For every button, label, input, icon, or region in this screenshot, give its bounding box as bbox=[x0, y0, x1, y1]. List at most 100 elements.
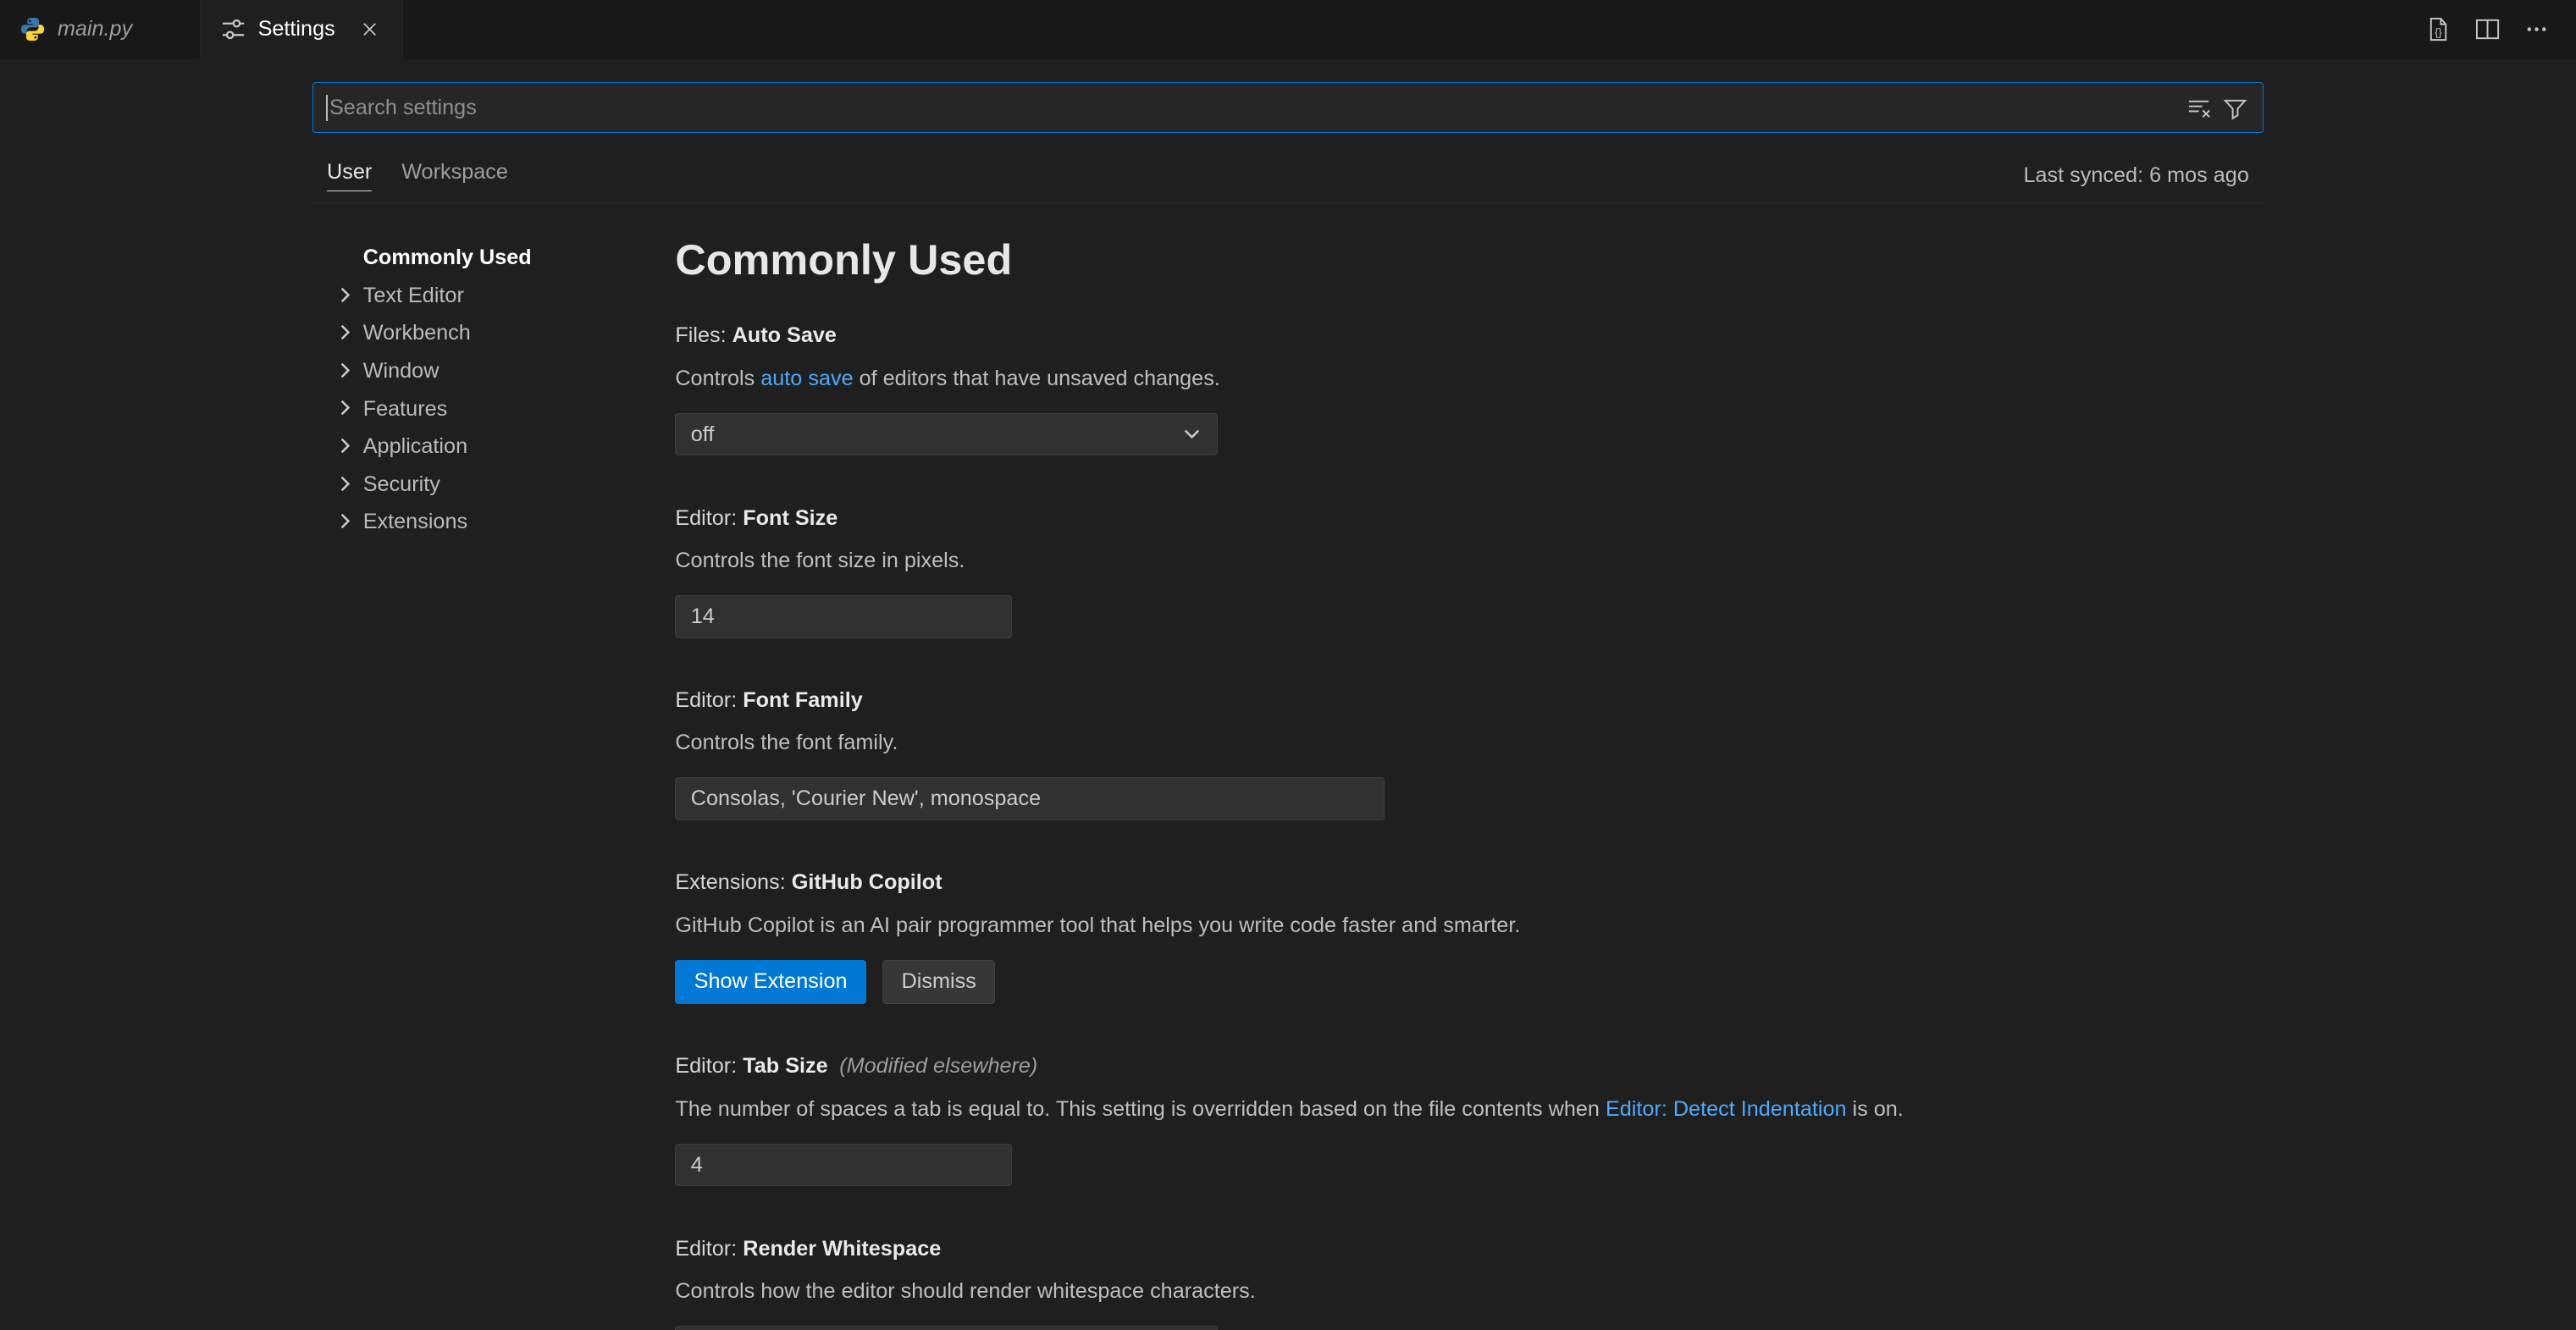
editor-font-size-input[interactable] bbox=[675, 595, 1012, 637]
settings-editor: User Workspace Last synced: 6 mos ago Co… bbox=[0, 59, 2576, 1330]
toc-item-features[interactable]: Features bbox=[312, 390, 676, 428]
editor-tab-bar: main.py Settings bbox=[0, 0, 2576, 59]
tab-label: Settings bbox=[258, 17, 335, 41]
filter-settings-icon[interactable] bbox=[2217, 90, 2253, 126]
setting-extensions-github-copilot: Extensions: GitHub CopilotGitHub Copilot… bbox=[675, 868, 2264, 1004]
description-text: Controls the font size in pixels. bbox=[675, 549, 965, 572]
setting-title: Editor: Font Family bbox=[675, 686, 2264, 715]
settings-toc: Commonly Used Text Editor Workbench Window F… bbox=[312, 232, 676, 1330]
toc-item-text-editor[interactable]: Text Editor bbox=[312, 277, 676, 315]
toc-item-application[interactable]: Application bbox=[312, 428, 676, 466]
toc-item-label: Security bbox=[363, 472, 440, 496]
editor-font-family-input[interactable] bbox=[675, 777, 1385, 820]
setting-description: Controls the font size in pixels. bbox=[675, 546, 2264, 576]
setting-category: Editor: bbox=[675, 1054, 743, 1078]
toc-item-workbench[interactable]: Workbench bbox=[312, 314, 676, 352]
setting-category: Editor: bbox=[675, 506, 743, 530]
description-text: GitHub Copilot is an AI pair programmer … bbox=[675, 913, 1520, 937]
chevron-right-icon[interactable] bbox=[332, 433, 358, 459]
toc-item-label: Commonly Used bbox=[363, 246, 532, 269]
chevron-right-icon[interactable] bbox=[332, 319, 358, 345]
files-auto-save-link[interactable]: auto save bbox=[760, 367, 853, 390]
setting-name: Font Size bbox=[743, 506, 837, 530]
chevron-right-icon[interactable] bbox=[332, 282, 358, 308]
clear-settings-search-icon[interactable] bbox=[2181, 90, 2217, 126]
dropdown-value: off bbox=[691, 422, 715, 447]
description-text: Controls the font family. bbox=[675, 731, 898, 754]
description-text: of editors that have unsaved changes. bbox=[854, 367, 1220, 390]
setting-description: Controls the font family. bbox=[675, 728, 2264, 758]
editor-render-whitespace-dropdown[interactable] bbox=[675, 1326, 1217, 1330]
setting-title: Extensions: GitHub Copilot bbox=[675, 868, 2264, 897]
files-auto-save-dropdown[interactable]: off bbox=[675, 413, 1217, 455]
open-settings-json-icon[interactable]: {} bbox=[2418, 10, 2458, 50]
toc-item-label: Text Editor bbox=[363, 284, 464, 307]
settings-scope-row: User Workspace Last synced: 6 mos ago bbox=[312, 156, 2264, 196]
tab-main-py[interactable]: main.py bbox=[0, 0, 201, 59]
editor-tab-size-input[interactable] bbox=[675, 1144, 1012, 1186]
split-editor-icon[interactable] bbox=[2468, 10, 2507, 50]
search-settings-input[interactable] bbox=[313, 83, 2181, 132]
editor-tab-size-link[interactable]: Editor: Detect Indentation bbox=[1606, 1097, 1847, 1121]
toc-item-label: Features bbox=[363, 397, 448, 421]
toc-item-extensions[interactable]: Extensions bbox=[312, 503, 676, 541]
page-title: Commonly Used bbox=[675, 232, 2264, 288]
editor-actions: {} bbox=[2418, 0, 2576, 59]
setting-category: Extensions: bbox=[675, 870, 791, 894]
setting-editor-font-family: Editor: Font Family Controls the font fam… bbox=[675, 686, 2264, 820]
description-text: Controls how the editor should render wh… bbox=[675, 1279, 1255, 1303]
svg-text:{}: {} bbox=[2435, 27, 2441, 39]
python-icon bbox=[19, 16, 46, 42]
settings-sliders-icon bbox=[220, 16, 246, 42]
setting-editor-tab-size: Editor: Tab Size (Modified elsewhere) The … bbox=[675, 1051, 2264, 1186]
modified-elsewhere-badge: (Modified elsewhere) bbox=[839, 1054, 1037, 1078]
setting-editor-render-whitespace: Editor: Render Whitespace Controls how th… bbox=[675, 1234, 2264, 1330]
setting-category: Editor: bbox=[675, 1237, 743, 1261]
chevron-down-icon bbox=[1179, 421, 1205, 447]
description-text: Controls bbox=[675, 367, 760, 390]
vscode-window: main.py Settings bbox=[0, 0, 2576, 1330]
chevron-right-icon[interactable] bbox=[332, 508, 358, 534]
tab-label: main.py bbox=[58, 17, 132, 41]
show-extension-button[interactable]: Show Extension bbox=[675, 960, 866, 1004]
last-synced-label: Last synced: 6 mos ago bbox=[2024, 163, 2249, 188]
setting-category: Files: bbox=[675, 323, 732, 347]
setting-description: GitHub Copilot is an AI pair programmer … bbox=[675, 911, 2264, 941]
chevron-right-icon[interactable] bbox=[332, 395, 358, 421]
setting-title: Editor: Render Whitespace bbox=[675, 1234, 2264, 1264]
toc-item-label: Window bbox=[363, 359, 439, 383]
toc-item-label: Workbench bbox=[363, 321, 471, 345]
tab-workspace[interactable]: Workspace bbox=[401, 160, 508, 191]
settings-search-box bbox=[312, 82, 2264, 133]
extensions-github-copilot-actions: Show Extension Dismiss bbox=[675, 960, 2264, 1004]
chevron-right-icon[interactable] bbox=[332, 357, 358, 384]
toc-item-label: Extensions bbox=[363, 510, 467, 533]
setting-name: GitHub Copilot bbox=[792, 870, 943, 894]
close-icon[interactable] bbox=[353, 14, 386, 47]
toc-item-security[interactable]: Security bbox=[312, 466, 676, 504]
setting-description: Controls auto save of editors that have … bbox=[675, 364, 2264, 394]
setting-description: The number of spaces a tab is equal to. … bbox=[675, 1095, 2264, 1124]
setting-name: Tab Size bbox=[743, 1054, 827, 1078]
dismiss-button[interactable]: Dismiss bbox=[882, 960, 995, 1004]
more-actions-icon[interactable] bbox=[2517, 10, 2557, 50]
tab-settings[interactable]: Settings bbox=[201, 0, 404, 59]
toc-item-window[interactable]: Window bbox=[312, 352, 676, 390]
setting-files-auto-save: Files: Auto Save Controls auto save of ed… bbox=[675, 321, 2264, 455]
setting-editor-font-size: Editor: Font Size Controls the font size … bbox=[675, 504, 2264, 638]
toc-item-label: Application bbox=[363, 434, 467, 458]
toc-item-commonly-used[interactable]: Commonly Used bbox=[312, 239, 676, 277]
chevron-right-icon[interactable] bbox=[332, 471, 358, 497]
setting-title: Editor: Tab Size (Modified elsewhere) bbox=[675, 1051, 2264, 1081]
setting-title: Editor: Font Size bbox=[675, 504, 2264, 533]
tab-user[interactable]: User bbox=[327, 160, 372, 192]
setting-title: Files: Auto Save bbox=[675, 321, 2264, 350]
description-text: The number of spaces a tab is equal to. … bbox=[675, 1097, 1606, 1121]
text-caret bbox=[326, 95, 328, 121]
description-text: is on. bbox=[1847, 1097, 1904, 1121]
setting-category: Editor: bbox=[675, 688, 743, 712]
setting-name: Render Whitespace bbox=[743, 1237, 941, 1261]
setting-name: Font Family bbox=[743, 688, 863, 712]
setting-name: Auto Save bbox=[732, 323, 837, 347]
setting-description: Controls how the editor should render wh… bbox=[675, 1277, 2264, 1306]
